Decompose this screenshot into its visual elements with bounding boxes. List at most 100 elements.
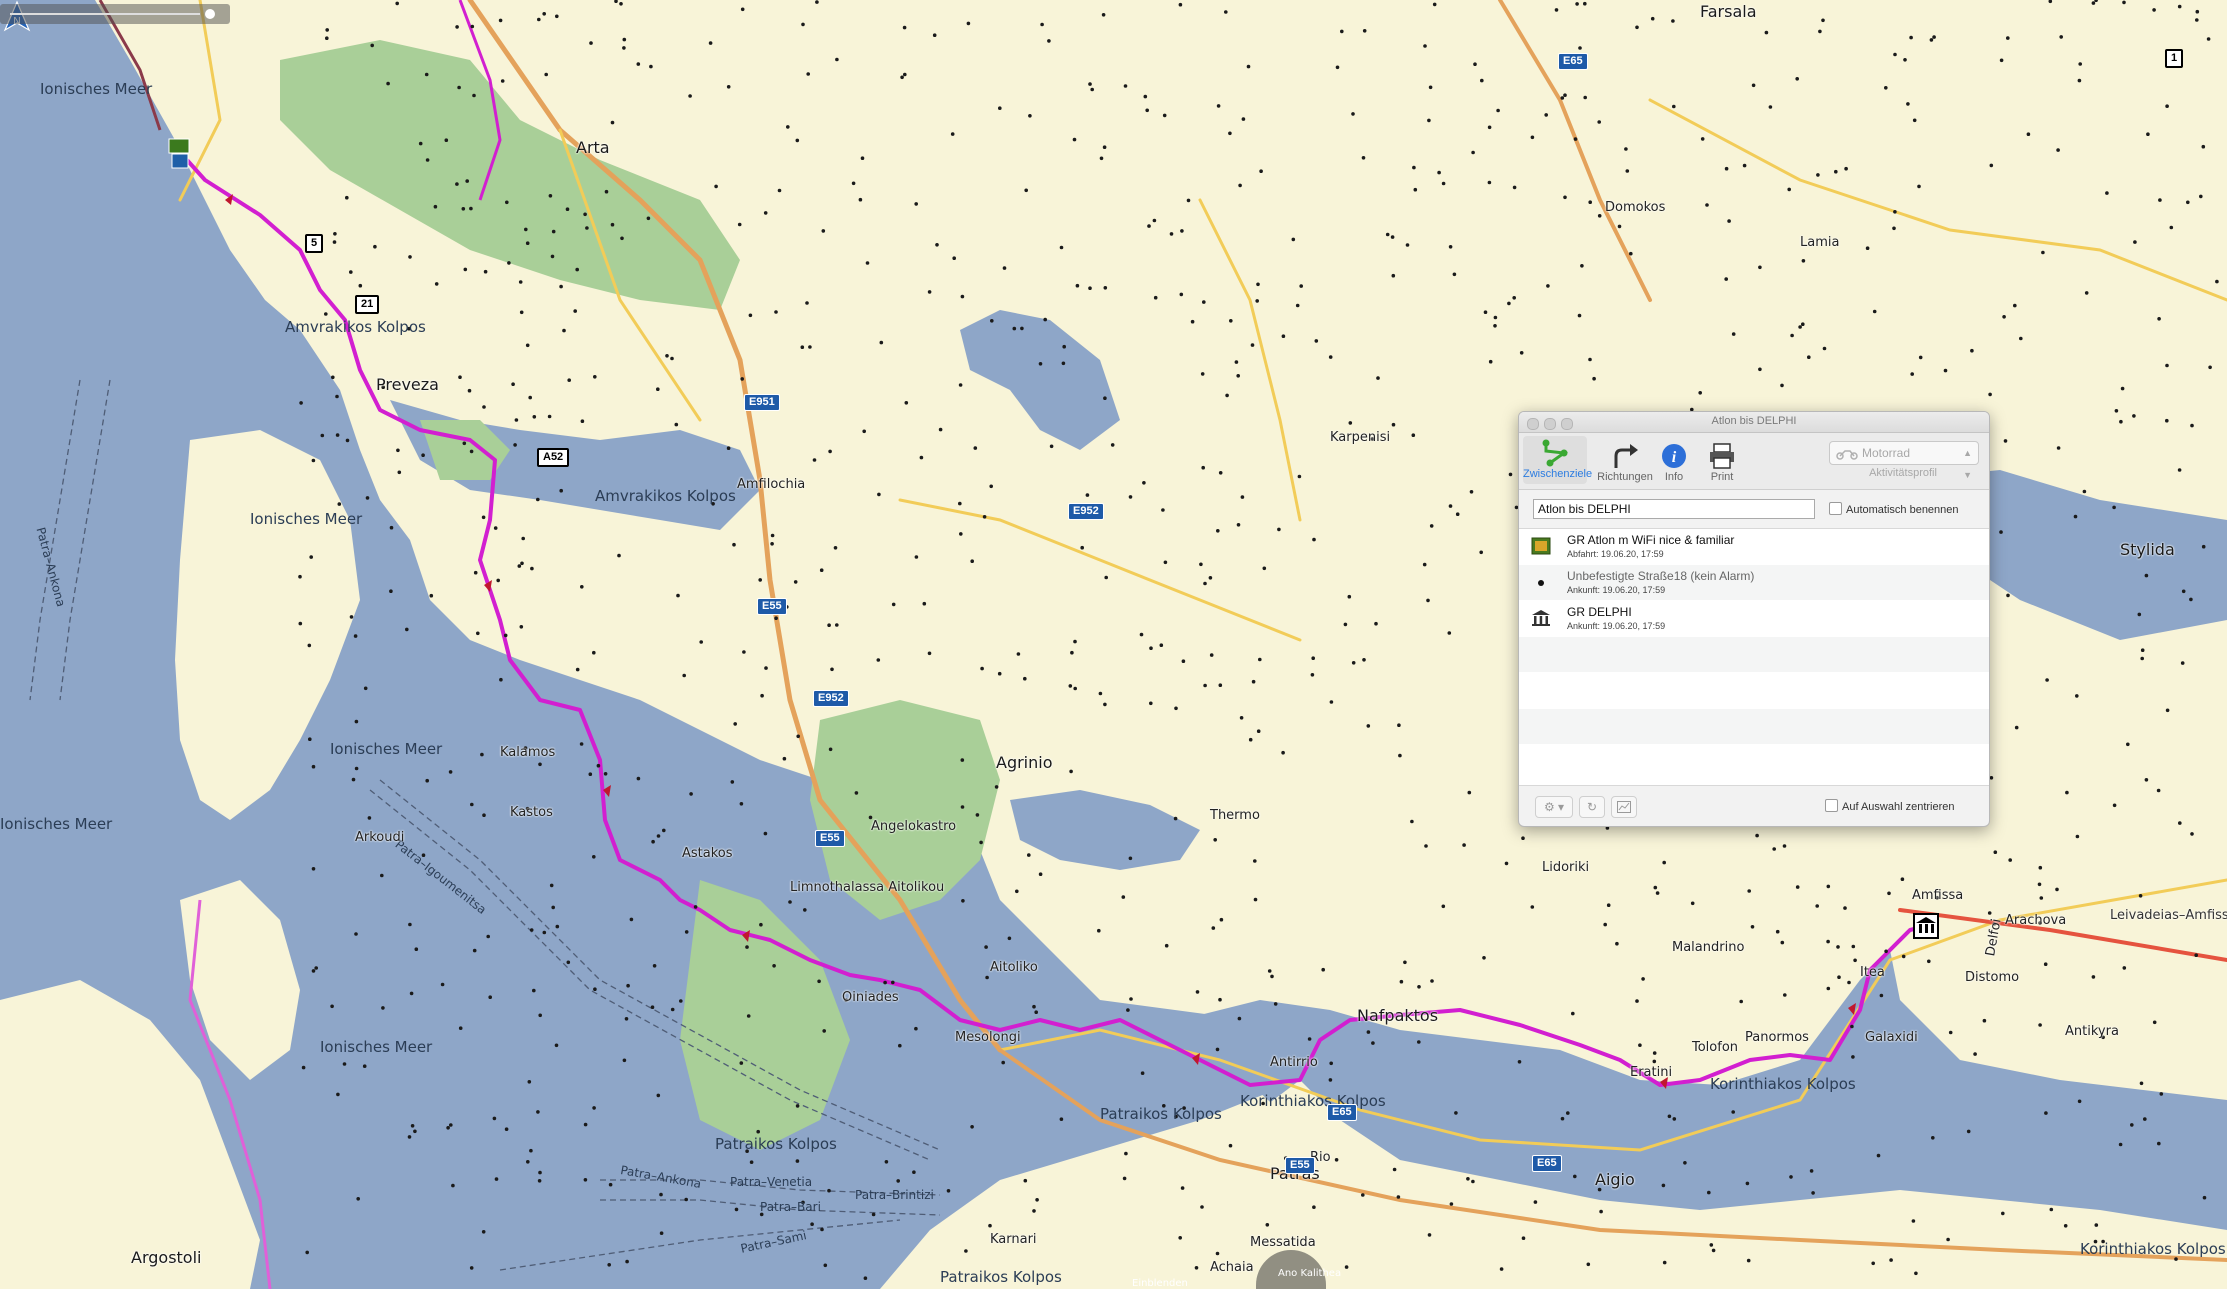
empty-row bbox=[1519, 745, 1989, 781]
refresh-button[interactable]: ↻ bbox=[1579, 796, 1605, 818]
village-dot bbox=[367, 816, 372, 820]
village-dot bbox=[2140, 648, 2145, 652]
village-dot bbox=[413, 1129, 417, 1134]
village-dot bbox=[625, 1259, 629, 1264]
village-dot bbox=[1270, 974, 1274, 979]
village-dot bbox=[2006, 593, 2010, 598]
village-dot bbox=[1335, 65, 1340, 70]
village-dot bbox=[2039, 896, 2044, 900]
village-dot bbox=[805, 301, 809, 305]
village-dot bbox=[1251, 679, 1256, 684]
village-dot bbox=[424, 72, 429, 77]
elevation-profile-button[interactable] bbox=[1611, 796, 1637, 818]
tab-zwischenziele[interactable]: Zwischenziele bbox=[1523, 436, 1592, 484]
village-dot bbox=[537, 1179, 542, 1183]
svg-text:i: i bbox=[1672, 449, 1677, 466]
village-dot bbox=[1782, 844, 1787, 848]
waypoint-list[interactable]: GR Atlon m WiFi nice & familiar Abfahrt:… bbox=[1519, 528, 1989, 786]
label-aitoliko: Aitoliko bbox=[990, 960, 1038, 975]
village-dot bbox=[592, 855, 596, 859]
village-dot bbox=[1690, 901, 1695, 906]
village-dot bbox=[1034, 1010, 1038, 1014]
village-dot bbox=[919, 455, 924, 460]
village-dot bbox=[1731, 332, 1736, 336]
village-dot bbox=[827, 623, 831, 627]
village-dot bbox=[1186, 198, 1191, 203]
village-dot bbox=[1240, 495, 1245, 499]
zoom-slider[interactable] bbox=[0, 0, 230, 30]
village-dot bbox=[2063, 1224, 2068, 1228]
tab-richtungen[interactable]: Richtungen bbox=[1593, 439, 1657, 483]
village-dot bbox=[730, 780, 735, 784]
tab-print-label: Print bbox=[1710, 471, 1734, 483]
village-dot bbox=[989, 484, 993, 489]
village-dot bbox=[1707, 1190, 1711, 1195]
village-dot bbox=[2118, 1142, 2123, 1147]
activity-profile-select[interactable]: Motorrad ▲ ▼ bbox=[1829, 441, 1979, 480]
printer-icon bbox=[1710, 443, 1734, 469]
label-farsala: Farsala bbox=[1700, 2, 1757, 21]
village-dot bbox=[1448, 504, 1453, 508]
village-dot bbox=[1999, 530, 2003, 534]
route-panel[interactable]: Atlon bis DELPHI Zwischenziele Richtunge… bbox=[1518, 411, 1990, 827]
waypoint-row[interactable]: GR Atlon m WiFi nice & familiar Abfahrt:… bbox=[1519, 529, 1989, 565]
village-dot bbox=[308, 737, 312, 741]
panel-titlebar[interactable]: Atlon bis DELPHI bbox=[1519, 412, 1989, 433]
village-dot bbox=[651, 839, 655, 844]
village-dot bbox=[1615, 941, 1619, 946]
label-distomo: Distomo bbox=[1965, 970, 2020, 985]
village-dot bbox=[349, 270, 353, 274]
village-dot bbox=[1795, 885, 1800, 889]
village-dot bbox=[504, 1127, 509, 1131]
village-dot bbox=[1262, 566, 1267, 571]
village-dot bbox=[1366, 724, 1371, 728]
village-dot bbox=[2003, 439, 2008, 443]
village-dot bbox=[325, 36, 329, 40]
village-dot bbox=[1236, 374, 1240, 378]
village-dot bbox=[1417, 985, 1421, 989]
center-selection-checkbox[interactable]: Auf Auswahl zentrieren bbox=[1825, 799, 1955, 813]
label-lidoriki: Lidoriki bbox=[1542, 860, 1590, 875]
village-dot bbox=[1530, 135, 1535, 140]
village-dot bbox=[1462, 843, 1466, 847]
waypoint-row[interactable]: Unbefestigte Straße18 (kein Alarm) Ankun… bbox=[1519, 565, 1989, 601]
settings-menu-button[interactable]: ⚙ ▾ bbox=[1535, 796, 1573, 818]
tab-print[interactable]: Print bbox=[1697, 439, 1747, 483]
waypoint-row[interactable]: GR DELPHI Ankunft: 19.06.20, 17:59 bbox=[1519, 601, 1989, 637]
village-dot bbox=[354, 932, 358, 936]
village-dot bbox=[1104, 575, 1108, 580]
village-dot bbox=[1392, 1167, 1397, 1172]
village-dot bbox=[1758, 367, 1762, 372]
shield-e55-b: E55 bbox=[815, 830, 845, 847]
village-dot bbox=[1946, 1237, 1950, 1242]
village-dot bbox=[1208, 576, 1213, 580]
village-dot bbox=[467, 388, 472, 393]
village-dot bbox=[1362, 29, 1367, 33]
village-dot bbox=[914, 202, 918, 206]
auto-name-checkbox[interactable]: Automatisch benennen bbox=[1829, 502, 1959, 516]
destination-museum-icon[interactable] bbox=[1912, 912, 1942, 942]
village-dot bbox=[1487, 180, 1492, 185]
village-dot bbox=[900, 75, 904, 80]
village-dot bbox=[537, 17, 541, 22]
village-dot bbox=[1455, 512, 1460, 516]
label-arta: Arta bbox=[576, 138, 610, 157]
village-dot bbox=[583, 1178, 588, 1182]
village-dot bbox=[1822, 346, 1827, 351]
village-dot bbox=[960, 805, 965, 809]
village-dot bbox=[1259, 169, 1263, 173]
village-dot bbox=[596, 763, 601, 768]
village-dot bbox=[1024, 188, 1028, 193]
village-dot bbox=[786, 125, 790, 129]
village-dot bbox=[2195, 9, 2200, 14]
village-dot bbox=[562, 328, 566, 333]
village-dot bbox=[1583, 1, 1587, 6]
village-dot bbox=[2126, 742, 2130, 747]
village-dot bbox=[1049, 444, 1054, 449]
village-dot bbox=[1683, 1161, 1687, 1165]
tab-info[interactable]: i Info bbox=[1649, 439, 1699, 483]
route-name-input[interactable] bbox=[1533, 499, 1815, 519]
start-flag-icon[interactable] bbox=[168, 138, 194, 172]
village-dot bbox=[363, 686, 368, 691]
village-dot bbox=[1906, 102, 1910, 106]
